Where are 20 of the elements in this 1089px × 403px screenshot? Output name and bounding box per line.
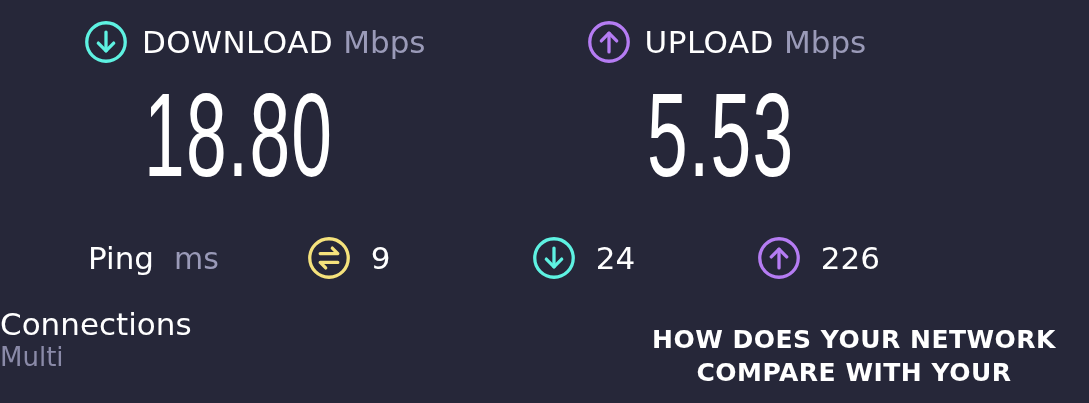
connections-value: Multi <box>0 342 65 372</box>
up-arrow-circle-icon <box>586 20 631 64</box>
ping-label: Ping <box>88 240 154 276</box>
latency-value: 226 <box>820 240 880 276</box>
latency-value: 24 <box>595 240 636 276</box>
down-arrow-circle-icon <box>531 236 576 280</box>
up-arrow-circle-icon <box>756 236 801 280</box>
unit-label: Mbps <box>343 24 426 60</box>
result-label: DOWNLOAD <box>142 24 334 60</box>
unit-label: ms <box>173 240 219 276</box>
speed-value: 5.53 <box>646 76 794 194</box>
latency-value: 9 <box>370 240 391 276</box>
speed-value: 18.80 <box>144 76 334 194</box>
down-arrow-circle-icon <box>84 20 128 64</box>
unit-label: Mbps <box>784 24 867 60</box>
compare-heading: HOW DOES YOUR NETWORK <box>652 324 1056 356</box>
result-label: UPLOAD <box>644 24 774 60</box>
exchange-arrows-icon <box>306 236 351 280</box>
connections-label: Connections <box>0 306 192 342</box>
compare-heading: COMPARE WITH YOUR <box>696 356 1012 389</box>
